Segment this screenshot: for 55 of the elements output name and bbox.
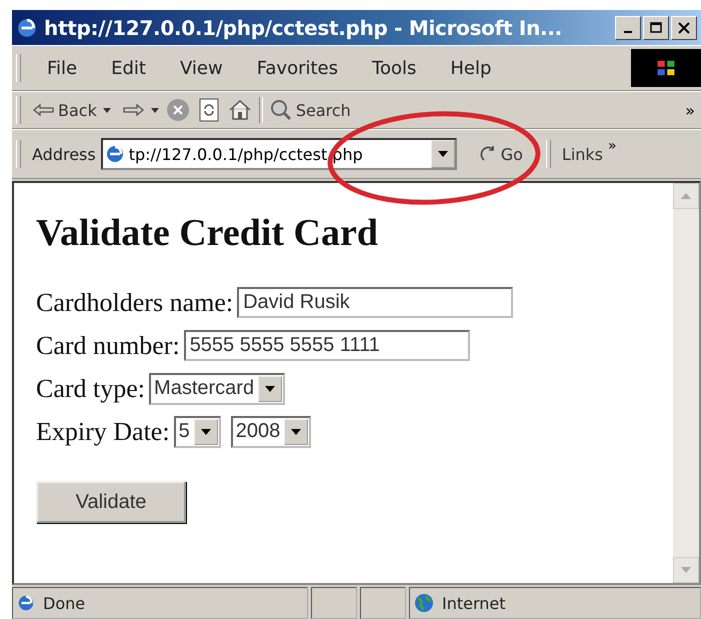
status-pane: [360, 587, 406, 619]
maximize-icon: [649, 20, 663, 34]
select-field[interactable]: 5: [174, 416, 221, 448]
validate-button[interactable]: Validate: [36, 481, 186, 523]
back-button[interactable]: Back: [33, 100, 97, 120]
down-arrow-icon: [681, 567, 691, 573]
page-heading: Validate Credit Card: [36, 211, 379, 255]
menu-item[interactable]: Edit: [97, 58, 160, 78]
links-button[interactable]: Links: [562, 144, 604, 164]
refresh-icon[interactable]: [196, 97, 221, 123]
status-pane: [311, 587, 357, 619]
search-button[interactable]: Search: [268, 98, 351, 122]
zone-text: Internet: [442, 594, 506, 612]
minimize-icon: [624, 30, 632, 32]
windows-logo: [631, 49, 701, 87]
dropdown-arrow-icon: [200, 428, 211, 434]
close-icon: [677, 20, 691, 34]
field-label: Expiry Date:: [36, 416, 170, 446]
status-text: Done: [43, 594, 86, 612]
toolbar-overflow-button[interactable]: »: [685, 100, 701, 120]
select-field[interactable]: 2008: [230, 416, 312, 448]
forward-arrow-icon[interactable]: [120, 103, 145, 117]
menu-item[interactable]: View: [166, 58, 237, 78]
dropdown-arrow-icon: [265, 386, 276, 392]
menu-item[interactable]: File: [33, 58, 92, 78]
browser-icon: [16, 16, 38, 38]
menu-item[interactable]: Favorites: [242, 58, 352, 78]
text-field[interactable]: 5555 5555 5555 1111: [184, 330, 470, 361]
text-field[interactable]: David Rusik: [237, 287, 514, 318]
back-arrow-icon: [33, 103, 55, 117]
dropdown-arrow-icon: [438, 151, 448, 157]
go-button[interactable]: Go: [462, 144, 541, 164]
minimize-button[interactable]: [615, 16, 641, 40]
links-overflow-button[interactable]: »: [608, 138, 617, 154]
field-label: Card number:: [36, 330, 180, 360]
stop-icon[interactable]: [164, 97, 191, 123]
search-icon: [268, 98, 293, 122]
select-field[interactable]: Mastercard: [149, 372, 286, 404]
maximize-button[interactable]: [643, 16, 669, 40]
menu-item[interactable]: Help: [436, 58, 506, 78]
menu-item[interactable]: Tools: [358, 58, 430, 78]
dropdown-button[interactable]: [430, 140, 455, 168]
close-button[interactable]: [671, 16, 697, 40]
field-label: Cardholders name:: [36, 288, 234, 318]
dropdown-arrow-icon: [291, 428, 302, 434]
caret-icon[interactable]: [102, 108, 111, 112]
caret-icon[interactable]: [150, 108, 159, 112]
globe-icon: [414, 593, 434, 613]
address-label: Address: [32, 144, 96, 164]
window-title: http://127.0.0.1/php/cctest.php - Microsoft In...: [44, 16, 563, 40]
up-arrow-icon: [681, 193, 691, 199]
home-icon[interactable]: [226, 97, 253, 123]
page-icon: [104, 144, 125, 164]
page-icon: [17, 594, 35, 612]
field-label: Card type:: [36, 374, 146, 404]
